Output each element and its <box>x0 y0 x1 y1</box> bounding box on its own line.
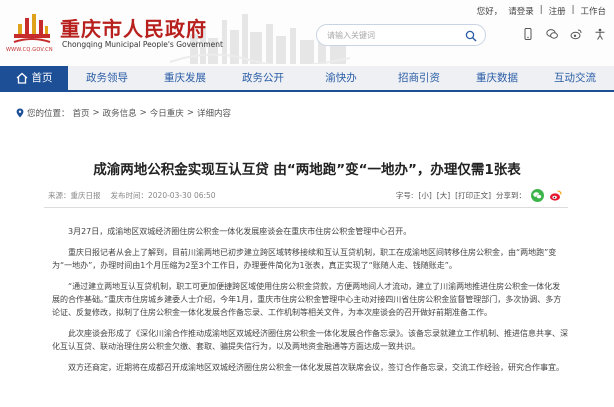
nav-item-data[interactable]: 重庆数据 <box>458 66 536 90</box>
font-large-button[interactable]: [大] <box>437 190 450 201</box>
site-title[interactable]: 重庆市人民政府 <box>60 13 207 42</box>
article-tools: 字号: [小] [大] [打印正文] 分享到： <box>396 189 562 202</box>
nav-item-disclosure[interactable]: 政务公开 <box>224 66 302 90</box>
search-input[interactable]: 请输入关键词 <box>327 30 375 41</box>
login-link[interactable]: 请登录 <box>508 5 534 17</box>
nav-item-label: 首页 <box>31 72 53 84</box>
header-tool-icons <box>522 28 606 40</box>
print-button[interactable]: [打印正文] <box>455 190 491 201</box>
greeting-text: 您好， <box>476 7 503 17</box>
font-size-label: 字号: <box>395 191 414 200</box>
share-wechat-icon[interactable] <box>531 189 544 202</box>
article-time: 发布时间：2020-03-30 06:50 <box>110 191 216 200</box>
site-subtitle: Chongqing Municipal People's Government <box>62 40 223 49</box>
logo-url: WWW.CQ.GOV.CN <box>6 47 53 53</box>
article-meta: 来源：重庆日报 发布时间：2020-03-30 06:50 <box>48 190 216 201</box>
breadcrumb-home[interactable]: 首页 <box>73 107 90 119</box>
meta-divider <box>44 207 568 208</box>
separator: | <box>539 5 543 15</box>
article-source: 来源：重庆日报 <box>48 191 101 200</box>
breadcrumb-today[interactable]: 今日重庆 <box>150 107 184 119</box>
nav-item-home[interactable]: 首页 <box>0 66 68 90</box>
breadcrumb-separator: > <box>139 108 147 118</box>
article-title: 成渝两地公积金实现互认互贷 由“两地跑”变“一地办”，办理仅需1张表 <box>93 162 521 178</box>
breadcrumb-separator: > <box>186 108 194 118</box>
article-body: 3月27日，成渝地区双城经济圈住房公积金一体化发展座谈会在重庆市住房公积金管理中… <box>52 225 568 382</box>
breadcrumb-separator: > <box>92 108 100 118</box>
user-links: 您好， 请登录 | 注册 | 工作台 <box>477 5 606 17</box>
article-paragraph: 3月27日，成渝地区双城经济圈住房公积金一体化发展座谈会在重庆市住房公积金管理中… <box>68 227 412 236</box>
separator: | <box>571 5 575 15</box>
breadcrumb-news[interactable]: 政务信息 <box>103 107 137 119</box>
nav-item-development[interactable]: 重庆发展 <box>146 66 224 90</box>
home-icon <box>16 72 27 84</box>
government-logo-icon[interactable] <box>12 12 52 48</box>
breadcrumb-current: 详细内容 <box>196 109 231 119</box>
site-header: WWW.CQ.GOV.CN 重庆市人民政府 Chongqing Municipa… <box>0 0 614 66</box>
nav-item-leaders[interactable]: 政务领导 <box>68 66 146 90</box>
share-label: 分享到： <box>496 191 526 200</box>
search-icon[interactable] <box>465 30 477 42</box>
breadcrumb: 您的位置： 首页 > 政务信息 > 今日重庆 > 详细内容 <box>16 107 231 119</box>
search-box[interactable]: 请输入关键词 <box>316 24 486 46</box>
share-weibo-icon[interactable] <box>549 189 562 202</box>
wechat-icon[interactable] <box>546 28 558 40</box>
article-paragraph: “通过建立两地互认互贷机制，职工可更加便捷跨区域使用住房公积金贷款，方便两地间人… <box>52 282 562 317</box>
location-pin-icon <box>16 108 24 118</box>
main-nav: 首页 政务领导 重庆发展 政务公开 渝快办 招商引资 重庆数据 互动交流 <box>0 66 614 92</box>
workbench-link[interactable]: 工作台 <box>580 5 606 17</box>
article-paragraph: 重庆日报记者从会上了解到，目前川渝两地已初步建立跨区域转移接续和互认互贷机制，职… <box>52 248 557 270</box>
register-link[interactable]: 注册 <box>549 5 566 17</box>
article-paragraph: 此次座谈会形成了《深化川渝合作推动成渝地区双城经济圈住房公积金一体化发展合作备忘… <box>52 329 568 351</box>
font-small-button[interactable]: [小] <box>418 190 431 201</box>
nav-item-yukuaiban[interactable]: 渝快办 <box>302 66 380 90</box>
nav-item-interaction[interactable]: 互动交流 <box>536 66 614 90</box>
weibo-icon[interactable] <box>570 28 582 40</box>
article-paragraph: 双方还商定，近期将在成都召开成渝地区双城经济圈住房公积金一体化发展首次联席会议，… <box>68 363 564 372</box>
nav-item-investment[interactable]: 招商引资 <box>380 66 458 90</box>
phone-icon[interactable] <box>522 28 534 40</box>
breadcrumb-prefix: 您的位置： <box>27 109 70 119</box>
accessibility-icon[interactable] <box>594 28 606 40</box>
